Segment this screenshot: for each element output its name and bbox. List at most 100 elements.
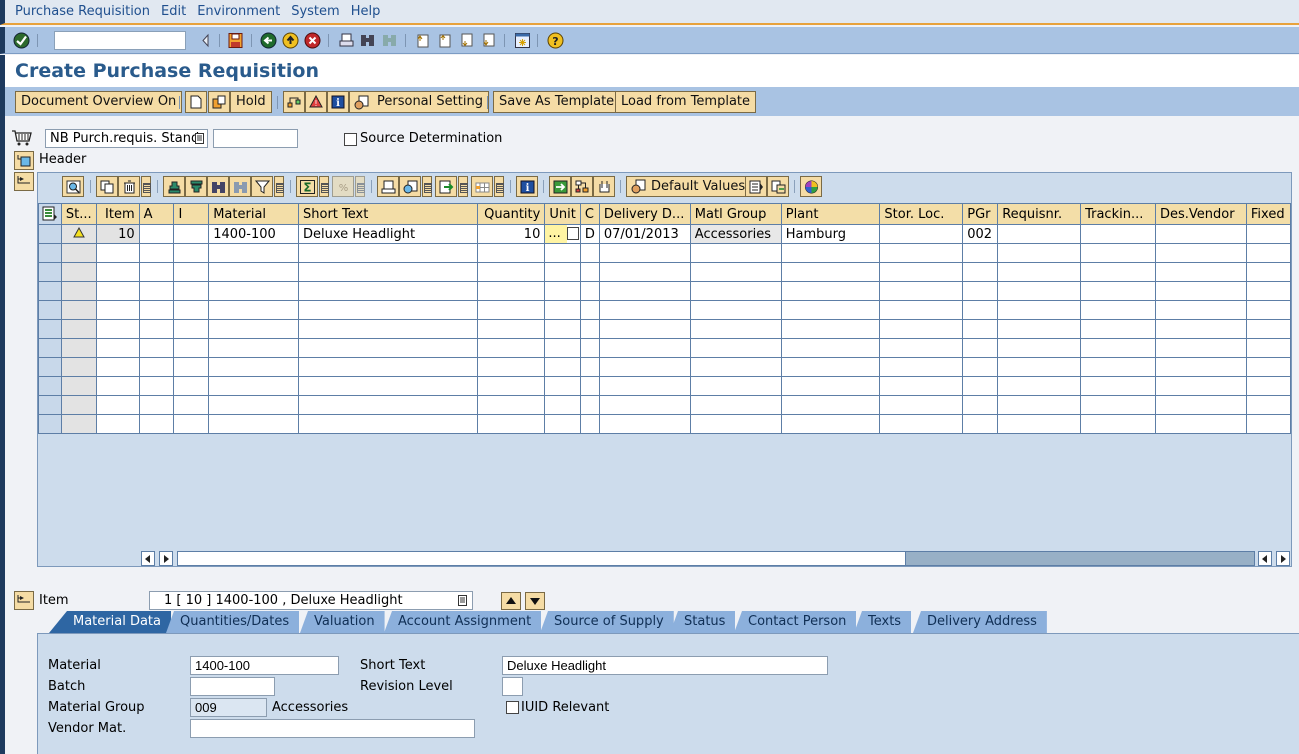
previous-item-button[interactable] [501, 592, 521, 610]
grid-cell[interactable] [477, 319, 546, 339]
load-from-template-button[interactable]: Load from Template [615, 91, 757, 113]
scroll-left-end-button[interactable] [1258, 551, 1272, 566]
column-header-material[interactable]: Material [208, 203, 299, 225]
grid-cell[interactable] [1154, 300, 1247, 320]
header-expand-button[interactable] [14, 151, 34, 170]
tab-quantities-dates[interactable]: Quantities/Dates [166, 611, 300, 633]
scroll-right-end-button[interactable] [1276, 551, 1290, 566]
grid-cell[interactable] [780, 319, 881, 339]
grid-cell[interactable] [1245, 376, 1292, 396]
des-vendor-cell[interactable] [1154, 224, 1247, 244]
items-collapse-button[interactable] [14, 172, 34, 191]
grid-cell[interactable] [780, 281, 881, 301]
grid-cell[interactable] [579, 338, 600, 358]
stor-loc-cell[interactable] [879, 224, 964, 244]
menu-system[interactable]: System [286, 0, 345, 19]
grid-cell[interactable] [962, 281, 999, 301]
column-header-status[interactable]: St... [60, 203, 97, 225]
filter-button[interactable] [251, 176, 273, 197]
grid-cell[interactable] [95, 281, 140, 301]
grid-cell[interactable] [962, 338, 999, 358]
column-header-tracking[interactable]: Trackin... [1080, 203, 1156, 225]
grid-cell[interactable] [579, 262, 600, 282]
grid-cell[interactable] [297, 357, 479, 377]
grid-cell[interactable] [1245, 319, 1292, 339]
grid-cell[interactable] [95, 414, 140, 434]
grid-cell[interactable] [208, 262, 299, 282]
material-input[interactable] [190, 656, 339, 675]
grid-cell[interactable] [544, 357, 581, 377]
grid-cell[interactable] [60, 300, 97, 320]
grid-cell[interactable] [780, 376, 881, 396]
scroll-thumb[interactable] [905, 552, 1254, 565]
document-overview-button[interactable]: Document Overview On [15, 91, 183, 113]
grid-cell[interactable] [1080, 338, 1156, 358]
column-header-i[interactable]: I [173, 203, 210, 225]
grid-cell[interactable] [1080, 376, 1156, 396]
grid-cell[interactable] [997, 281, 1082, 301]
grid-cell[interactable] [598, 338, 691, 358]
grid-cell[interactable] [208, 281, 299, 301]
grid-cell[interactable] [962, 376, 999, 396]
views-button[interactable] [399, 176, 421, 197]
print-icon[interactable] [338, 32, 355, 49]
next-item-button[interactable] [525, 592, 545, 610]
find-next-button[interactable] [229, 176, 251, 197]
transfer-button[interactable] [767, 176, 789, 197]
grid-cell[interactable] [598, 281, 691, 301]
grid-cell[interactable] [544, 243, 581, 263]
grid-cell[interactable] [173, 300, 210, 320]
grid-cell[interactable] [1154, 395, 1247, 415]
views-menu-dropdown[interactable] [422, 176, 432, 197]
table-row-empty[interactable] [38, 357, 1292, 377]
tab-material-data[interactable]: Material Data [49, 611, 171, 633]
menu-environment[interactable]: Environment [192, 0, 286, 19]
grid-cell[interactable] [780, 262, 881, 282]
back-icon[interactable] [260, 32, 277, 49]
grid-cell[interactable] [138, 395, 175, 415]
row-selector[interactable] [38, 338, 62, 358]
menu-edit[interactable]: Edit [156, 0, 192, 19]
grid-cell[interactable] [477, 262, 546, 282]
grid-cell[interactable] [1245, 414, 1292, 434]
subtotals-button[interactable]: % [332, 176, 354, 197]
grid-cell[interactable] [1245, 281, 1292, 301]
unit-cell[interactable]: ... [544, 224, 581, 244]
tab-delivery-address[interactable]: Delivery Address [913, 611, 1047, 633]
row-selector[interactable] [38, 319, 62, 339]
scroll-track[interactable] [177, 551, 1255, 566]
grid-cell[interactable] [997, 376, 1082, 396]
grid-cell[interactable] [689, 319, 782, 339]
grid-cell[interactable] [879, 376, 964, 396]
sort-ascending-button[interactable] [163, 176, 185, 197]
grid-cell[interactable] [1245, 357, 1292, 377]
material-cell[interactable]: 1400-100 [208, 224, 299, 244]
grid-cell[interactable] [598, 357, 691, 377]
batch-input[interactable] [190, 677, 275, 696]
grid-cell[interactable] [208, 395, 299, 415]
grid-cell[interactable] [138, 357, 175, 377]
copy-document-button[interactable] [208, 91, 230, 113]
grid-cell[interactable] [689, 300, 782, 320]
personal-setting-button[interactable]: Personal Setting [349, 91, 489, 113]
grid-cell[interactable] [780, 414, 881, 434]
row-selector[interactable] [38, 224, 62, 244]
grid-cell[interactable] [879, 262, 964, 282]
hierarchy-button[interactable] [571, 176, 593, 197]
table-row-empty[interactable] [38, 319, 1292, 339]
grid-cell[interactable] [997, 243, 1082, 263]
select-all-button[interactable] [38, 203, 62, 225]
grid-cell[interactable] [598, 243, 691, 263]
grid-cell[interactable] [1245, 262, 1292, 282]
grid-cell[interactable] [780, 395, 881, 415]
grid-cell[interactable] [297, 376, 479, 396]
grid-cell[interactable] [1080, 262, 1156, 282]
grid-cell[interactable] [95, 376, 140, 396]
grid-cell[interactable] [477, 243, 546, 263]
column-header-delivery-date[interactable]: Delivery D... [598, 203, 691, 225]
tab-source-of-supply[interactable]: Source of Supply [540, 611, 674, 633]
grid-cell[interactable] [60, 338, 97, 358]
details-button[interactable] [62, 176, 84, 197]
grid-cell[interactable] [138, 376, 175, 396]
document-type-select[interactable]: NB Purch.requis. Stand. [45, 129, 208, 148]
